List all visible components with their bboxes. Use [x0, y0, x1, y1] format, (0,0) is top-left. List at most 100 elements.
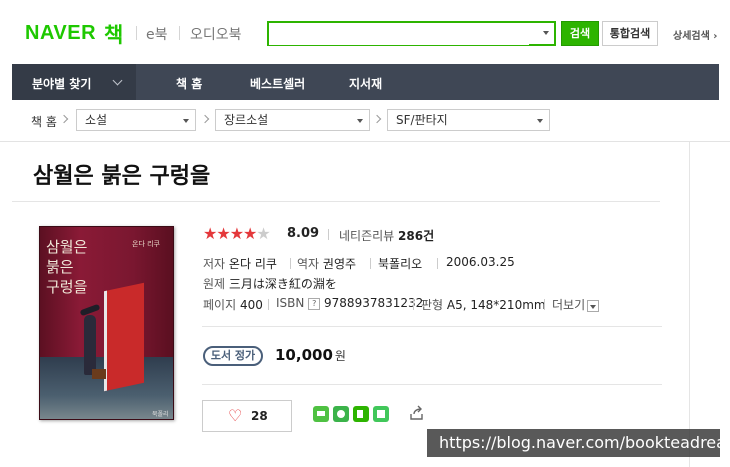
review-unit: 건: [423, 229, 435, 243]
cover-title: 삼월은 붉은 구렁을: [46, 237, 116, 297]
cover-art: [92, 369, 106, 379]
nav-item-book-home[interactable]: 책 홈: [176, 75, 202, 92]
star-rating-icon: ★★★★★: [203, 224, 271, 243]
total-search-button[interactable]: 통합검색: [602, 21, 658, 46]
rating-score: 8.09: [287, 226, 320, 241]
chevron-down-icon[interactable]: [543, 31, 549, 35]
band-icon[interactable]: [313, 406, 329, 422]
divider: [136, 26, 137, 40]
breadcrumb-select-category[interactable]: 소설: [76, 109, 196, 131]
help-icon[interactable]: ?: [308, 297, 321, 310]
chevron-down-icon: [112, 75, 123, 86]
publish-date: 2006.03.25: [446, 255, 515, 269]
chevron-down-icon: [587, 299, 600, 312]
audiobook-link[interactable]: 오디오북: [190, 24, 242, 44]
category-menu-button[interactable]: 분야별 찾기: [12, 64, 136, 100]
nav-item-bestseller[interactable]: 베스트셀러: [250, 75, 305, 92]
chevron-down-icon: [537, 119, 543, 123]
divider: [268, 299, 269, 310]
ebook-link[interactable]: e북: [146, 24, 168, 44]
book-service-logo[interactable]: 책: [104, 19, 123, 49]
breadcrumb-select-genre[interactable]: 장르소설: [215, 109, 370, 131]
search-button[interactable]: 검색: [561, 21, 599, 46]
cover-title-line: 구렁을: [46, 278, 88, 296]
divider: [544, 299, 545, 310]
cover-title-line: 붉은: [46, 258, 74, 276]
chevron-right-icon: [59, 114, 69, 124]
isbn-label: ISBN: [276, 296, 305, 310]
search-input[interactable]: [269, 23, 529, 45]
cover-title-line: 삼월은: [46, 238, 88, 256]
original-title-label: 원제: [203, 277, 226, 291]
divider: [12, 201, 660, 202]
chevron-down-icon: [357, 119, 363, 123]
blog-watermark: https://blog.naver.com/bookteadream: [427, 429, 730, 457]
naver-logo[interactable]: NAVER: [25, 22, 96, 45]
review-link[interactable]: 네티즌리뷰 286건: [339, 227, 434, 244]
breadcrumb-select-subgenre[interactable]: SF/판타지: [387, 109, 550, 131]
line-icon[interactable]: [373, 406, 389, 422]
chevron-down-icon: [183, 119, 189, 123]
divider: [290, 258, 291, 269]
naver-blog-icon-mark: [357, 410, 363, 418]
cover-art: [84, 315, 96, 375]
category-menu-label: 분야별 찾기: [32, 77, 92, 91]
divider: [689, 142, 690, 467]
star-filled-icon: ★★★★: [203, 224, 257, 243]
publisher-link[interactable]: 북폴리오: [378, 255, 422, 272]
chevron-right-icon: [372, 114, 382, 124]
kakao-icon[interactable]: [333, 406, 349, 422]
share-arrow-icon[interactable]: [409, 405, 425, 421]
translator-link[interactable]: 권영주: [323, 257, 356, 271]
book-details-line1: 저자 온다 리쿠: [203, 255, 277, 272]
translator-label: 역자: [297, 257, 320, 271]
format-value: A5, 148*210mm: [446, 298, 546, 312]
divider: [202, 384, 662, 385]
divider: [328, 229, 329, 240]
divider: [437, 258, 438, 269]
translator: 역자 권영주: [297, 255, 356, 272]
naver-blog-icon[interactable]: [353, 406, 369, 422]
more-details-button[interactable]: 더보기: [552, 296, 600, 313]
price-badge: 도서 정가: [203, 346, 263, 366]
share-arrow-svg: [410, 405, 423, 420]
isbn-value: 9788937831232: [324, 296, 424, 310]
select-value: SF/판타지: [396, 113, 448, 127]
star-empty-icon: ★: [256, 224, 270, 243]
isbn-row: ISBN ? 9788937831232: [276, 296, 423, 310]
breadcrumb-home[interactable]: 책 홈: [31, 113, 57, 130]
cover-author: 온다 리쿠: [132, 240, 160, 248]
band-icon-mark: [317, 411, 325, 416]
like-count: 28: [251, 409, 268, 423]
price-unit: 원: [334, 349, 346, 363]
original-title: 三月は深き紅の淵を: [228, 277, 337, 291]
cover-art: [104, 282, 144, 392]
price-amount: 10,000: [275, 346, 333, 364]
line-icon-mark: [377, 410, 385, 418]
format-label: 판형: [421, 298, 444, 312]
breadcrumb: 책 홈 소설 장르소설 SF/판타지: [0, 100, 730, 142]
nav-item-library[interactable]: 지서재: [349, 75, 382, 92]
header: NAVER 책 e북 오디오북 검색 통합검색 상세검색 ›: [0, 0, 730, 64]
heart-icon: ♡: [228, 406, 243, 425]
page-title: 삼월은 붉은 구렁을: [33, 163, 211, 189]
advanced-search-link[interactable]: 상세검색 ›: [673, 27, 717, 42]
author-link[interactable]: 온다 리쿠: [229, 257, 277, 271]
format-row: 판형 A5, 148*210mm: [421, 296, 546, 313]
more-label: 더보기: [552, 298, 586, 312]
divider: [179, 26, 180, 40]
search-box[interactable]: [267, 21, 556, 46]
review-label: 네티즌리뷰: [339, 229, 395, 243]
like-button[interactable]: ♡ 28: [202, 400, 292, 432]
select-value: 소설: [85, 113, 108, 127]
select-value: 장르소설: [224, 113, 269, 127]
pages-value: 400: [239, 298, 263, 312]
chevron-right-icon: [200, 114, 210, 124]
author-label: 저자: [203, 257, 226, 271]
price: 10,000 원: [275, 346, 346, 364]
divider: [413, 299, 414, 310]
book-cover-image[interactable]: 삼월은 붉은 구렁을 온다 리쿠 북폴리오: [39, 226, 174, 420]
kakao-icon-mark: [337, 410, 345, 418]
pages-row: 페이지 400: [203, 296, 263, 313]
cover-publisher: 북폴리오: [152, 411, 169, 418]
